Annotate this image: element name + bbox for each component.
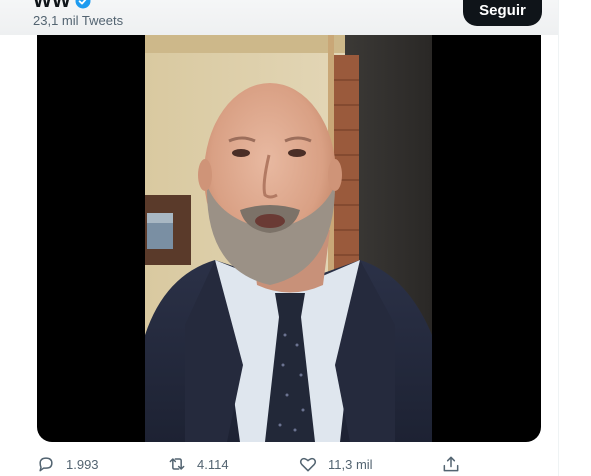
right-sidebar [559, 0, 591, 476]
like-count: 11,3 mil [328, 456, 373, 472]
reply-count: 1.993 [66, 456, 99, 472]
verified-icon [75, 0, 91, 9]
follow-button[interactable]: Seguir [463, 0, 542, 26]
video-frame[interactable] [145, 35, 432, 442]
tweet-count: 23,1 mil Tweets [33, 13, 124, 28]
like-icon [299, 457, 317, 472]
reply-icon [39, 457, 53, 472]
tweet-column: WW 23,1 mil Tweets Seguir 1.993 4.114 11… [0, 0, 558, 476]
tweet-actions: 1.993 4.114 11,3 mil [0, 452, 558, 476]
tweet-video[interactable] [37, 35, 541, 442]
account-name-row: WW [33, 0, 91, 13]
share-button[interactable] [441, 452, 461, 476]
account-name[interactable]: WW [33, 0, 71, 13]
video-still-image [145, 35, 432, 442]
profile-header: WW 23,1 mil Tweets Seguir [0, 0, 558, 35]
like-button[interactable]: 11,3 mil [298, 452, 373, 476]
retweet-icon [169, 458, 185, 470]
retweet-button[interactable]: 4.114 [167, 452, 229, 476]
share-icon [443, 456, 459, 472]
retweet-count: 4.114 [197, 456, 229, 472]
reply-button[interactable]: 1.993 [36, 452, 99, 476]
